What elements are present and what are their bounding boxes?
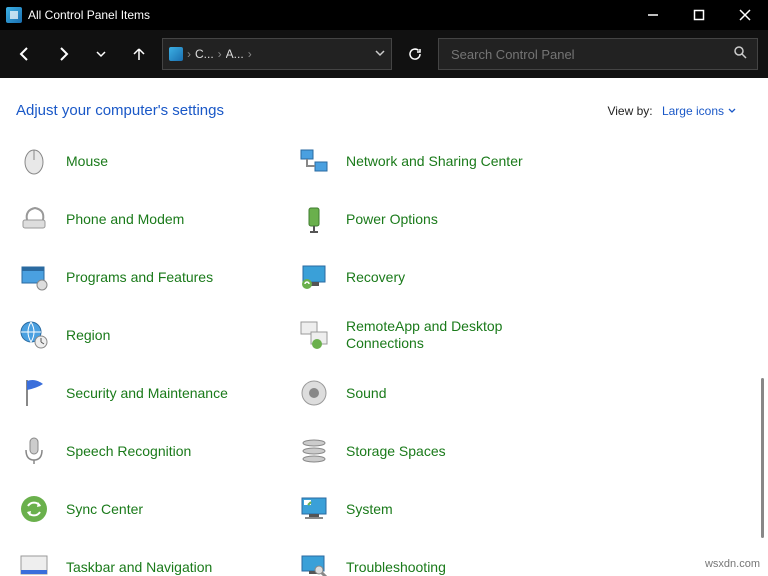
- item-phone-modem[interactable]: Phone and Modem: [16, 199, 286, 239]
- back-button[interactable]: [10, 39, 40, 69]
- chevron-down-icon[interactable]: [375, 47, 385, 61]
- item-label: Network and Sharing Center: [346, 153, 523, 170]
- item-label: RemoteApp and Desktop Connections: [346, 318, 566, 352]
- item-speech-recognition[interactable]: Speech Recognition: [16, 431, 286, 471]
- items-grid: Mouse Network and Sharing Center Phone a…: [0, 129, 768, 576]
- item-label: Speech Recognition: [66, 443, 191, 460]
- chevron-right-icon: ›: [248, 47, 252, 61]
- recovery-icon: [296, 259, 332, 295]
- flag-icon: [16, 375, 52, 411]
- item-label: Region: [66, 327, 110, 344]
- item-programs-features[interactable]: Programs and Features: [16, 257, 286, 297]
- item-label: Security and Maintenance: [66, 385, 228, 402]
- search-input[interactable]: [449, 46, 733, 63]
- history-dropdown[interactable]: [86, 39, 116, 69]
- chevron-right-icon: ›: [187, 47, 191, 61]
- item-network-sharing[interactable]: Network and Sharing Center: [296, 141, 566, 181]
- sound-icon: [296, 375, 332, 411]
- item-label: Recovery: [346, 269, 405, 286]
- content-area: Adjust your computer's settings View by:…: [0, 78, 768, 576]
- nav-toolbar: › C... › A... ›: [0, 30, 768, 78]
- phone-icon: [16, 201, 52, 237]
- sync-icon: [16, 491, 52, 527]
- breadcrumb-seg[interactable]: C...: [195, 47, 214, 61]
- storage-icon: [296, 433, 332, 469]
- item-label: Storage Spaces: [346, 443, 446, 460]
- programs-icon: [16, 259, 52, 295]
- close-button[interactable]: [722, 0, 768, 30]
- watermark: wsxdn.com: [705, 558, 760, 570]
- taskbar-icon: [16, 549, 52, 576]
- item-label: Sound: [346, 385, 386, 402]
- item-system[interactable]: System: [296, 489, 566, 529]
- troubleshooting-icon: [296, 549, 332, 576]
- window-title: All Control Panel Items: [28, 8, 630, 22]
- forward-button[interactable]: [48, 39, 78, 69]
- page-heading: Adjust your computer's settings: [16, 102, 224, 119]
- view-by-value: Large icons: [662, 104, 724, 118]
- system-icon: [296, 491, 332, 527]
- item-label: Troubleshooting: [346, 559, 446, 576]
- search-field[interactable]: [438, 38, 758, 70]
- item-region[interactable]: Region: [16, 315, 286, 355]
- item-label: Taskbar and Navigation: [66, 559, 212, 576]
- power-icon: [296, 201, 332, 237]
- minimize-button[interactable]: [630, 0, 676, 30]
- item-troubleshooting[interactable]: Troubleshooting: [296, 547, 566, 576]
- address-bar[interactable]: › C... › A... ›: [162, 38, 392, 70]
- breadcrumb-seg[interactable]: A...: [226, 47, 244, 61]
- item-label: Mouse: [66, 153, 108, 170]
- network-icon: [296, 143, 332, 179]
- item-remoteapp[interactable]: RemoteApp and Desktop Connections: [296, 315, 566, 355]
- refresh-button[interactable]: [400, 39, 430, 69]
- chevron-down-icon: [728, 107, 736, 115]
- search-icon[interactable]: [733, 45, 747, 64]
- view-by-dropdown[interactable]: Large icons: [662, 104, 736, 118]
- region-icon: [16, 317, 52, 353]
- item-security-maintenance[interactable]: Security and Maintenance: [16, 373, 286, 413]
- mouse-icon: [16, 143, 52, 179]
- up-button[interactable]: [124, 39, 154, 69]
- item-label: System: [346, 501, 393, 518]
- chevron-right-icon: ›: [218, 47, 222, 61]
- item-mouse[interactable]: Mouse: [16, 141, 286, 181]
- item-sync-center[interactable]: Sync Center: [16, 489, 286, 529]
- item-label: Phone and Modem: [66, 211, 184, 228]
- control-panel-icon: [6, 7, 22, 23]
- item-storage-spaces[interactable]: Storage Spaces: [296, 431, 566, 471]
- control-panel-icon: [169, 47, 183, 61]
- view-by: View by: Large icons: [607, 104, 736, 118]
- titlebar: All Control Panel Items: [0, 0, 768, 30]
- remoteapp-icon: [296, 317, 332, 353]
- item-power-options[interactable]: Power Options: [296, 199, 566, 239]
- item-taskbar-navigation[interactable]: Taskbar and Navigation: [16, 547, 286, 576]
- item-recovery[interactable]: Recovery: [296, 257, 566, 297]
- item-sound[interactable]: Sound: [296, 373, 566, 413]
- item-label: Programs and Features: [66, 269, 213, 286]
- maximize-button[interactable]: [676, 0, 722, 30]
- view-by-label: View by:: [607, 104, 652, 118]
- scrollbar-thumb[interactable]: [761, 378, 764, 538]
- item-label: Sync Center: [66, 501, 143, 518]
- microphone-icon: [16, 433, 52, 469]
- content-header: Adjust your computer's settings View by:…: [0, 78, 768, 129]
- item-label: Power Options: [346, 211, 438, 228]
